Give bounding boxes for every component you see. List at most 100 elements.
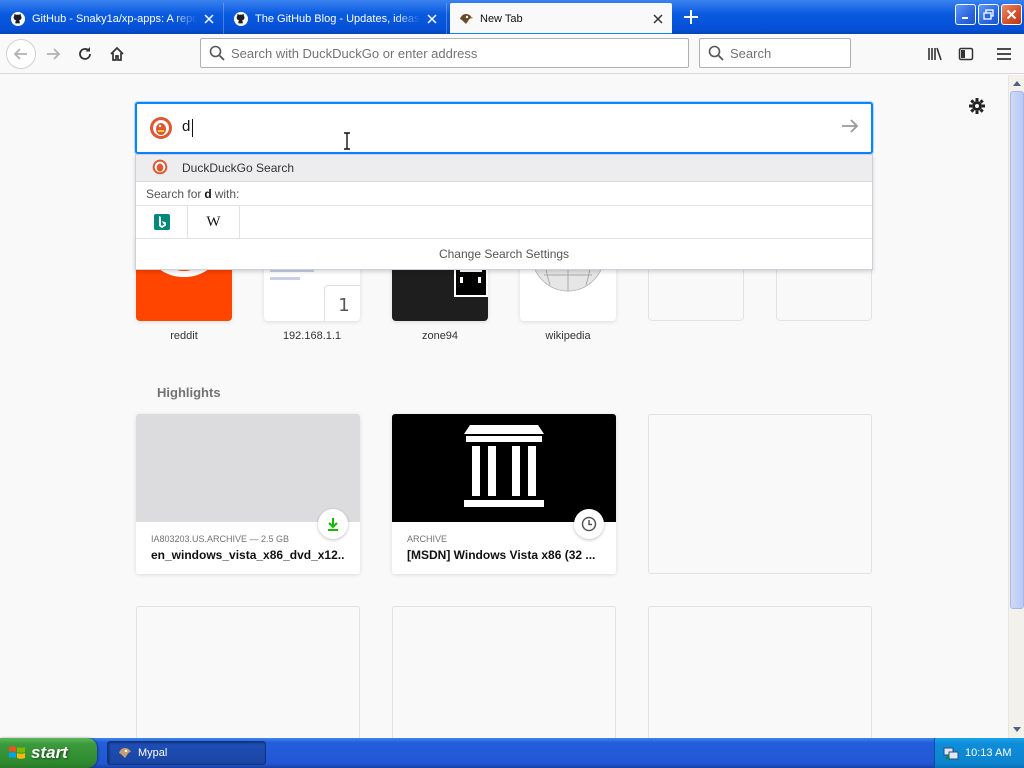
engine-bing-button[interactable] [136, 205, 188, 239]
search-bar[interactable]: Search [699, 38, 851, 68]
search-submit-button[interactable] [841, 117, 859, 138]
tab-close-icon[interactable] [201, 11, 217, 27]
back-button[interactable] [6, 39, 36, 69]
highlight-empty [648, 606, 872, 738]
tab-title: New Tab [480, 12, 523, 25]
arrow-right-icon [842, 119, 859, 133]
suggestion-label: DuckDuckGo Search [182, 161, 295, 175]
search-for-term: d [204, 186, 212, 201]
restore-icon [983, 9, 994, 20]
taskbar-item-label: Mypal [138, 747, 168, 759]
tab-github-blog[interactable]: The GitHub Blog - Updates, ideas, and in… [225, 3, 447, 34]
top-site-label: 192.168.1.1 [282, 330, 342, 342]
home-button[interactable] [102, 39, 132, 69]
search-for-header: Search for d with: [136, 182, 872, 206]
taskbar-item-mypal[interactable]: Mypal [107, 741, 266, 765]
duckduckgo-icon [152, 159, 168, 178]
wikipedia-w-icon: W [206, 213, 221, 230]
one-off-engines: W [136, 205, 872, 239]
tab-close-icon[interactable] [424, 11, 440, 27]
router-badge: 1 [324, 285, 360, 321]
sidebar-button[interactable] [951, 39, 981, 69]
url-bar[interactable]: Search with DuckDuckGo or enter address [200, 38, 689, 68]
back-arrow-icon [13, 48, 27, 60]
engine-wikipedia-button[interactable]: W [188, 205, 240, 239]
highlight-source: IA803203.US.ARCHIVE — 2.5 GB [151, 534, 290, 544]
duckduckgo-icon [149, 116, 173, 143]
new-tab-button[interactable] [678, 5, 704, 29]
clock: 10:13 AM [965, 747, 1012, 759]
highlight-source: ARCHIVE [407, 534, 448, 544]
windows-taskbar: start Mypal 10:13 AM [0, 738, 1024, 768]
search-icon [209, 45, 225, 61]
search-for-suffix: with: [214, 186, 240, 201]
download-badge [318, 509, 348, 539]
tab-title: GitHub - Snaky1a/xp-apps: A repository [32, 12, 197, 25]
tab-new-tab[interactable]: New Tab [450, 3, 672, 34]
suggestion-duckduckgo[interactable]: DuckDuckGo Search [136, 155, 872, 182]
chevron-up-icon [1013, 81, 1021, 86]
highlight-card-vista-dvd[interactable]: IA803203.US.ARCHIVE — 2.5 GB en_windows_… [136, 414, 360, 574]
navigation-toolbar: Search with DuckDuckGo or enter address … [0, 34, 1024, 74]
search-for-prefix: Search for [146, 186, 202, 201]
start-button[interactable]: start [0, 738, 97, 768]
ibeam-cursor-icon [342, 132, 352, 153]
customize-button[interactable] [966, 95, 988, 117]
search-typed-text: d [182, 118, 191, 135]
highlight-card-msdn-vista[interactable]: ARCHIVE [MSDN] Windows Vista x86 (32 ... [392, 414, 616, 574]
menu-button[interactable] [989, 39, 1019, 69]
text-caret [192, 119, 193, 137]
forward-button[interactable] [38, 39, 68, 69]
search-suggestions-popup: DuckDuckGo Search Search for d with: W C… [135, 154, 873, 270]
close-window-button[interactable] [1001, 4, 1022, 25]
sidebar-icon [958, 47, 974, 61]
top-site-label: reddit [170, 330, 198, 342]
scroll-down-button[interactable] [1009, 722, 1024, 738]
library-icon [928, 47, 942, 61]
hamburger-menu-icon [997, 48, 1011, 60]
scroll-up-button[interactable] [1009, 75, 1024, 91]
newtab-search-input[interactable]: d [135, 102, 873, 154]
restore-button[interactable] [978, 4, 999, 25]
highlights-title: Highlights [157, 385, 221, 400]
mypal-icon [458, 11, 474, 27]
highlight-empty [392, 606, 616, 738]
search-icon [708, 45, 724, 61]
start-label: start [31, 743, 68, 762]
new-tab-page: reddit 1 192.168.1.1 zone94 wikipedia d … [0, 75, 1008, 738]
highlight-thumbnail [392, 414, 616, 522]
change-search-settings-button[interactable]: Change Search Settings [136, 239, 872, 269]
clock-icon [581, 516, 597, 532]
top-site-label: wikipedia [545, 330, 591, 342]
search-bar-placeholder: Search [730, 45, 772, 61]
windows-logo-icon [9, 746, 25, 759]
mypal-icon [119, 748, 131, 758]
library-button[interactable] [920, 39, 950, 69]
tab-github-xp-apps[interactable]: GitHub - Snaky1a/xp-apps: A repository [2, 3, 224, 34]
github-icon [233, 11, 249, 27]
archive-building-icon [464, 425, 544, 507]
highlight-title: en_windows_vista_x86_dvd_x12... [151, 548, 345, 562]
tab-close-icon[interactable] [650, 11, 666, 27]
minimize-button[interactable] [955, 4, 976, 25]
history-badge [574, 509, 604, 539]
home-icon [110, 46, 124, 61]
scrollbar-thumb[interactable] [1010, 91, 1024, 609]
tab-strip: GitHub - Snaky1a/xp-apps: A repository T… [0, 0, 1024, 34]
top-site-label: zone94 [421, 330, 459, 342]
close-icon [1006, 9, 1017, 20]
reload-button[interactable] [70, 39, 100, 69]
github-icon [10, 11, 26, 27]
system-tray: 10:13 AM [934, 738, 1024, 768]
network-icon[interactable] [943, 745, 959, 761]
minimize-icon [961, 16, 968, 19]
forward-arrow-icon [47, 48, 61, 60]
vertical-scrollbar[interactable] [1008, 75, 1024, 738]
highlight-empty [648, 414, 872, 574]
chevron-down-icon [1013, 727, 1021, 732]
gear-icon [969, 98, 985, 114]
change-search-settings-label: Change Search Settings [438, 247, 570, 261]
reload-icon [79, 47, 91, 60]
bing-icon [153, 214, 170, 230]
download-icon [328, 518, 338, 531]
